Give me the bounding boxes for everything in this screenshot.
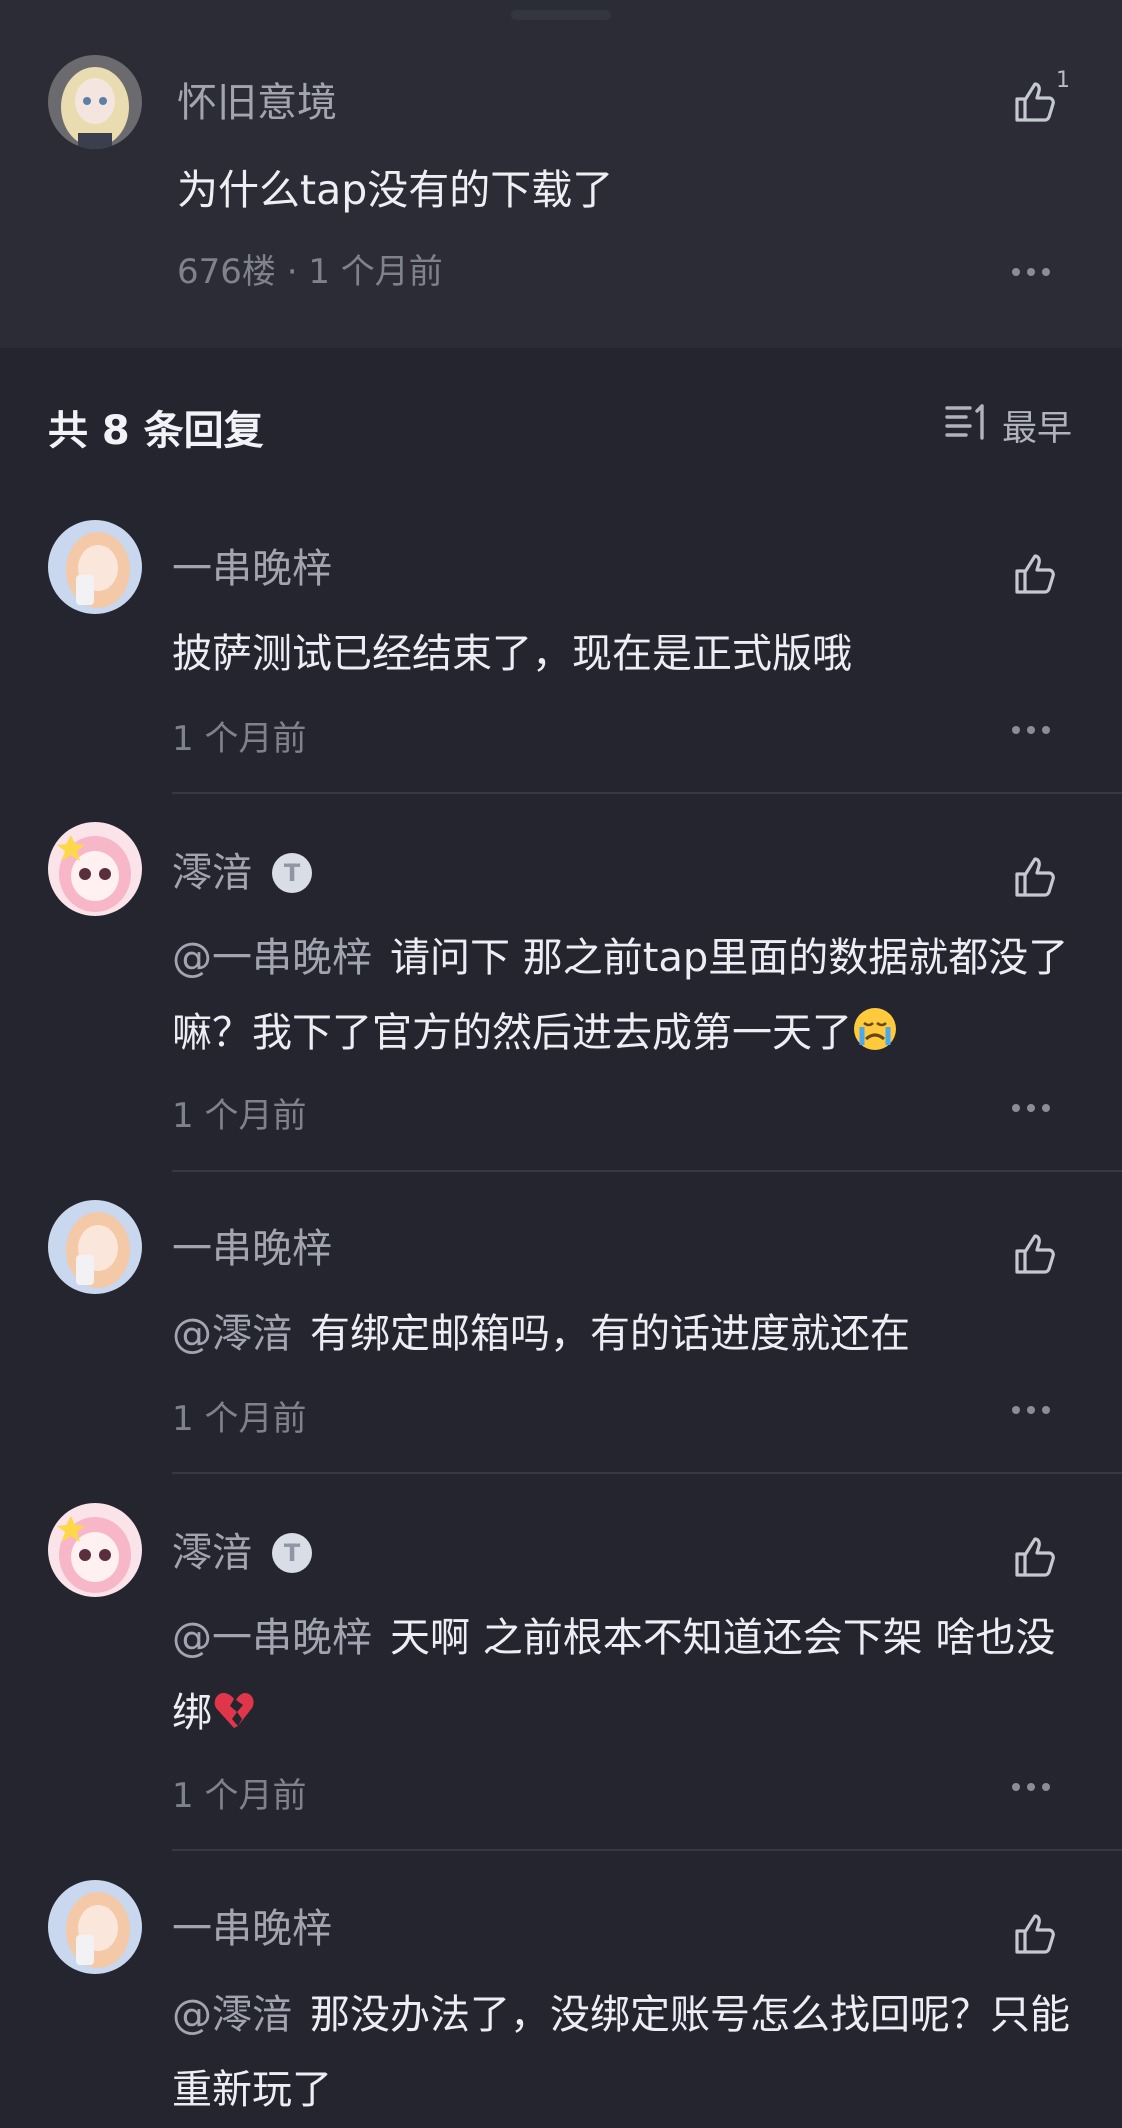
reply-username[interactable]: 澪湆	[172, 853, 252, 893]
reply-time: 1 个月前	[172, 1776, 307, 1816]
thumbs-up-icon	[1015, 857, 1055, 897]
crying-emoji-icon	[852, 1002, 898, 1077]
reply-username[interactable]: 澪湆	[172, 1533, 252, 1573]
reply-time: 1 个月前	[172, 1096, 307, 1136]
reply-text: 披萨测试已经结束了，现在是正式版哦	[172, 617, 1072, 692]
sort-icon	[945, 404, 984, 440]
reply-mention[interactable]: @一串晚梓	[172, 1615, 372, 1661]
reply-text: @澪湆 那没办法了，没绑定账号怎么找回呢？只能重新玩了	[172, 1978, 1072, 2128]
reply-time: 1 个月前	[172, 1399, 307, 1439]
thumbs-up-icon	[1015, 554, 1055, 594]
reply-divider	[172, 1170, 1122, 1172]
reply-more-icon[interactable]	[1012, 726, 1052, 736]
op-username[interactable]: 怀旧意境	[177, 83, 337, 123]
reply-like-button[interactable]	[1011, 550, 1059, 598]
reply-body: 那没办法了，没绑定账号怎么找回呢？只能重新玩了	[172, 1992, 1070, 2113]
reply-body: 有绑定邮箱吗，有的话进度就还在	[310, 1311, 910, 1357]
broken-heart-emoji-icon	[212, 1682, 256, 1757]
reply-more-icon[interactable]	[1012, 1783, 1052, 1793]
reply-avatar[interactable]	[48, 1503, 142, 1597]
reply-username[interactable]: 一串晚梓	[172, 1909, 332, 1949]
op-more-icon[interactable]	[1012, 268, 1052, 278]
reply-mention[interactable]: @一串晚梓	[172, 935, 372, 981]
reply-text: @澪湆 有绑定邮箱吗，有的话进度就还在	[172, 1297, 1072, 1372]
replies-count-title: 共 8 条回复	[48, 408, 264, 454]
op-avatar[interactable]	[48, 55, 142, 149]
reply-avatar[interactable]	[48, 822, 142, 916]
reply-body: 披萨测试已经结束了，现在是正式版哦	[172, 631, 852, 677]
thumbs-up-icon	[1015, 1914, 1055, 1954]
reply-divider	[172, 1849, 1122, 1851]
reply-like-button[interactable]	[1011, 1533, 1059, 1581]
reply-like-button[interactable]	[1011, 1910, 1059, 1958]
reply-avatar[interactable]	[48, 1880, 142, 1974]
reply-text: @一串晚梓 天啊 之前根本不知道还会下架 啥也没绑	[172, 1601, 1072, 1757]
reply-like-button[interactable]	[1011, 1230, 1059, 1278]
verified-badge-icon: T	[272, 853, 312, 893]
op-comment-text: 为什么tap没有的下载了	[177, 166, 614, 214]
reply-time: 1 个月前	[172, 719, 307, 759]
op-like-count: 1	[1056, 68, 1070, 93]
reply-divider	[172, 1472, 1122, 1474]
reply-like-button[interactable]	[1011, 853, 1059, 901]
reply-username[interactable]: 一串晚梓	[172, 549, 332, 589]
reply-text: @一串晚梓 请问下 那之前tap里面的数据就都没了嘛？我下了官方的然后进去成第一天…	[172, 921, 1072, 1077]
thumbs-up-icon	[1015, 1234, 1055, 1274]
reply-more-icon[interactable]	[1012, 1104, 1052, 1114]
reply-more-icon[interactable]	[1012, 1406, 1052, 1416]
reply-avatar[interactable]	[48, 1200, 142, 1294]
sort-label: 最早	[1002, 409, 1073, 449]
reply-mention[interactable]: @澪湆	[172, 1992, 292, 2038]
op-floor-time: 676楼 · 1 个月前	[177, 252, 443, 292]
verified-badge-icon: T	[272, 1533, 312, 1573]
thumbs-up-icon	[1015, 82, 1055, 122]
reply-avatar[interactable]	[48, 520, 142, 614]
reply-mention[interactable]: @澪湆	[172, 1311, 292, 1357]
op-like-button[interactable]	[1011, 78, 1059, 126]
original-post: 怀旧意境 为什么tap没有的下载了 676楼 · 1 个月前 1	[0, 0, 1122, 348]
reply-divider	[172, 792, 1122, 794]
thumbs-up-icon	[1015, 1537, 1055, 1577]
reply-username[interactable]: 一串晚梓	[172, 1229, 332, 1269]
sheet-grabber[interactable]	[511, 10, 611, 20]
